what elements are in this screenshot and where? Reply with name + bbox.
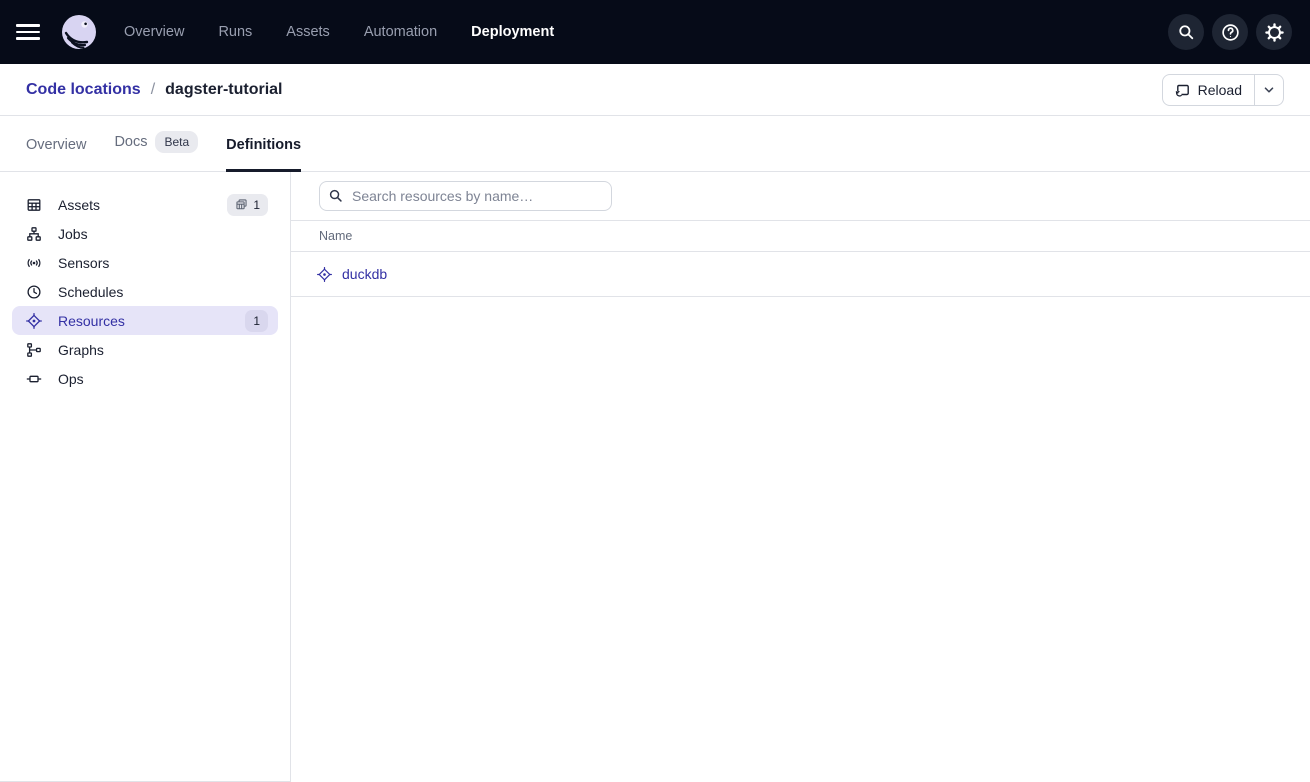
primary-nav: Overview Runs Assets Automation Deployme… <box>124 24 554 40</box>
reload-split-button: Reload <box>1162 74 1284 106</box>
sidebar-item-schedules[interactable]: Schedules <box>12 277 278 306</box>
search-resources-input[interactable] <box>319 181 612 211</box>
breadcrumb-separator: / <box>151 81 155 99</box>
code-location-tabs: Overview Docs Beta Definitions <box>0 116 1310 172</box>
schedule-clock-icon <box>26 284 42 300</box>
resource-icon <box>26 313 42 329</box>
nav-assets[interactable]: Assets <box>286 24 330 40</box>
tab-definitions-label: Definitions <box>226 137 301 153</box>
stacked-tables-icon <box>235 198 248 211</box>
sidebar-item-graphs[interactable]: Graphs <box>12 335 278 364</box>
nav-deployment[interactable]: Deployment <box>471 24 554 40</box>
sidebar-item-ops[interactable]: Ops <box>12 364 278 393</box>
sidebar-item-label: Sensors <box>58 255 109 271</box>
sidebar-item-assets[interactable]: Assets 1 <box>12 190 278 219</box>
breadcrumb-bar: Code locations / dagster-tutorial Reload <box>0 64 1310 116</box>
sidebar-item-label: Jobs <box>58 226 88 242</box>
nav-overview[interactable]: Overview <box>124 24 184 40</box>
search-icon[interactable] <box>1168 14 1204 50</box>
nav-automation[interactable]: Automation <box>364 24 437 40</box>
column-header-name: Name <box>319 229 352 243</box>
top-app-bar: Overview Runs Assets Automation Deployme… <box>0 0 1310 64</box>
reload-button[interactable]: Reload <box>1163 75 1254 105</box>
reload-options-chevron-down-icon[interactable] <box>1254 75 1283 105</box>
sidebar-item-sensors[interactable]: Sensors <box>12 248 278 277</box>
resources-panel: Name duckdb <box>291 172 1310 782</box>
help-icon[interactable] <box>1212 14 1248 50</box>
resources-table: Name duckdb <box>291 220 1310 297</box>
definitions-sidebar: Assets 1 <box>0 172 291 782</box>
asset-table-icon <box>26 197 42 213</box>
sidebar-item-label: Schedules <box>58 284 123 300</box>
tab-definitions[interactable]: Definitions <box>226 137 301 171</box>
op-icon <box>26 371 42 387</box>
sidebar-item-label: Ops <box>58 371 84 387</box>
settings-gear-icon[interactable] <box>1256 14 1292 50</box>
topbar-actions <box>1168 14 1292 50</box>
resource-link-duckdb[interactable]: duckdb <box>342 266 387 282</box>
resources-count-badge: 1 <box>245 310 268 332</box>
breadcrumb-current: dagster-tutorial <box>165 81 282 99</box>
hamburger-menu-icon[interactable] <box>16 16 48 48</box>
content-area: Assets 1 <box>0 172 1310 782</box>
sidebar-item-label: Graphs <box>58 342 104 358</box>
sidebar-item-label: Resources <box>58 313 125 329</box>
sidebar-item-label: Assets <box>58 197 100 213</box>
tab-overview[interactable]: Overview <box>26 137 86 171</box>
assets-count: 1 <box>253 198 260 212</box>
dagster-logo-icon[interactable] <box>60 13 98 51</box>
nav-runs[interactable]: Runs <box>218 24 252 40</box>
tab-docs[interactable]: Docs Beta <box>114 131 198 171</box>
sensor-icon <box>26 255 42 271</box>
sidebar-item-resources[interactable]: Resources 1 <box>12 306 278 335</box>
graph-icon <box>26 342 42 358</box>
resources-count: 1 <box>253 314 260 328</box>
reload-code-location-icon <box>1175 82 1191 98</box>
table-row: duckdb <box>291 252 1310 297</box>
table-header-row: Name <box>291 220 1310 252</box>
tab-docs-label: Docs <box>114 134 147 150</box>
breadcrumb-code-locations-link[interactable]: Code locations <box>26 81 141 99</box>
tab-overview-label: Overview <box>26 137 86 153</box>
reload-button-label: Reload <box>1198 82 1242 98</box>
resource-icon <box>317 267 332 282</box>
beta-badge: Beta <box>155 131 198 153</box>
job-workflow-icon <box>26 226 42 242</box>
assets-count-badge: 1 <box>227 194 268 216</box>
search-area <box>291 172 1310 220</box>
search-icon <box>328 188 343 203</box>
sidebar-item-jobs[interactable]: Jobs <box>12 219 278 248</box>
